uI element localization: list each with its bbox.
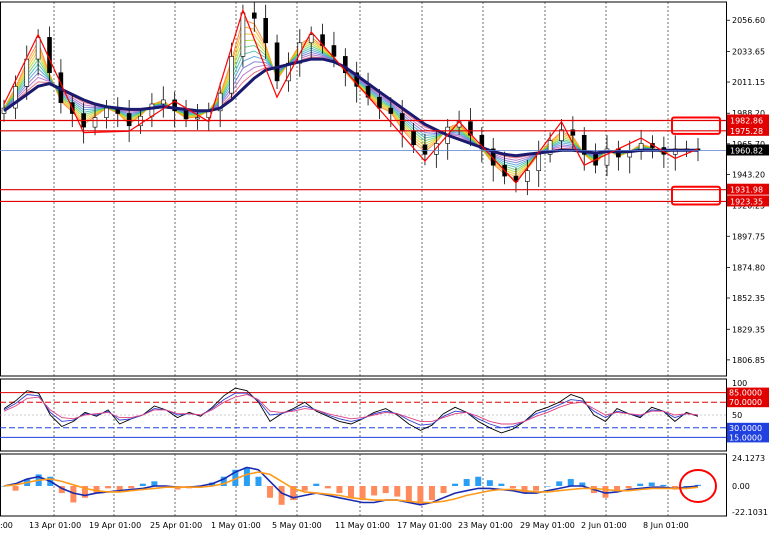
macd-histogram-bar <box>452 483 459 486</box>
macd-histogram-bar <box>278 486 285 505</box>
macd-histogram-bar <box>533 486 540 491</box>
x-tick-label: 13 Apr 01:00 <box>29 521 81 530</box>
y-tick-label: 1806.85 <box>732 356 765 365</box>
y-tick-label: 100 <box>732 379 747 388</box>
macd-histogram-bar <box>405 486 412 503</box>
candle-body <box>183 110 189 120</box>
y-tick-label: 24.1273 <box>732 454 765 463</box>
candle-body <box>274 42 280 82</box>
level-label: 1931.98 <box>730 186 763 195</box>
candle-body <box>377 96 382 109</box>
y-tick-label: 50 <box>732 411 742 420</box>
macd-histogram-bar <box>12 486 19 491</box>
macd-histogram-bar <box>544 486 551 487</box>
candle-body <box>160 99 166 105</box>
macd-histogram-bar <box>556 481 563 486</box>
candle-body <box>331 45 337 57</box>
current-price-label: 1960.82 <box>730 146 763 155</box>
macd-histogram-bar <box>324 486 331 489</box>
candle-body <box>422 144 428 155</box>
candle-body <box>411 130 416 146</box>
candle-body <box>195 117 200 120</box>
x-tick-label: 5 May 01:00 <box>272 521 322 530</box>
y-tick-label: 1874.80 <box>732 263 765 272</box>
x-tick-label: :00 <box>0 521 13 530</box>
macd-histogram-bar <box>428 486 435 501</box>
candle-body <box>559 129 564 142</box>
macd-histogram-bar <box>475 476 482 486</box>
oscillator-level-label: 15.0000 <box>729 433 762 442</box>
macd-panel <box>0 453 727 517</box>
x-tick-label: 8 Jun 01:00 <box>643 521 689 530</box>
price-panel <box>0 1 727 377</box>
macd-histogram-bar <box>105 486 112 489</box>
candle-body <box>126 113 132 127</box>
candle-body <box>104 107 109 118</box>
macd-histogram-bar <box>648 482 655 486</box>
macd-histogram-bar <box>463 479 470 486</box>
candle-body <box>263 18 268 44</box>
macd-histogram-bar <box>128 486 135 489</box>
candle-body <box>24 58 30 87</box>
macd-histogram-bar <box>509 486 516 489</box>
macd-histogram-bar <box>313 483 320 486</box>
candle-body <box>525 170 530 182</box>
y-tick-label: 2033.65 <box>732 47 765 56</box>
level-label: 1923.35 <box>730 197 763 206</box>
candle-body <box>388 107 394 114</box>
candle-body <box>536 154 542 171</box>
macd-histogram-bar <box>371 486 378 496</box>
candle-body <box>35 37 41 60</box>
y-tick-label: 1829.35 <box>732 325 765 334</box>
macd-histogram-bar <box>301 486 308 491</box>
macd-histogram-bar <box>336 486 343 494</box>
x-tick-label: 11 May 01:00 <box>335 521 390 530</box>
chart-canvas: :00 13 Apr 01:00 19 Apr 01:00 25 Apr 01:00 1… <box>0 1 769 530</box>
macd-histogram-bar <box>255 476 262 486</box>
y-tick-label: -22.1031 <box>732 508 768 517</box>
candle-body <box>240 12 246 57</box>
y-tick-label: 2056.60 <box>732 16 765 25</box>
x-tick-label: 17 May 01:00 <box>397 521 452 530</box>
level-label: 1975.28 <box>730 127 763 136</box>
macd-histogram-bar <box>243 467 250 486</box>
macd-histogram-bar <box>498 483 505 486</box>
macd-histogram-bar <box>382 486 389 494</box>
macd-histogram-bar <box>660 484 667 486</box>
y-tick-label: 1897.75 <box>732 232 765 241</box>
y-tick-label: 0.00 <box>732 482 750 491</box>
macd-histogram-bar <box>625 486 632 489</box>
oscillator-level-label: 70.0000 <box>729 398 762 407</box>
x-tick-label: 23 May 01:00 <box>458 521 513 530</box>
candle-body <box>229 56 234 94</box>
macd-histogram-bar <box>394 486 401 497</box>
macd-histogram-bar <box>348 486 354 498</box>
chart-window: :00 13 Apr 01:00 19 Apr 01:00 25 Apr 01:00 1… <box>0 0 770 533</box>
x-tick-label: 19 Apr 01:00 <box>89 521 141 530</box>
candle-body <box>149 103 155 117</box>
macd-histogram-bar <box>486 480 493 486</box>
candle-body <box>399 113 405 132</box>
macd-histogram-bar <box>267 486 274 498</box>
x-tick-label: 29 May 01:00 <box>520 521 575 530</box>
y-tick-label: 1943.20 <box>732 170 765 179</box>
candle-body <box>92 117 98 128</box>
oscillator-level-label: 30.0000 <box>729 424 762 433</box>
y-tick-label: 2011.15 <box>732 78 765 87</box>
x-tick-label: 1 May 01:00 <box>211 521 261 530</box>
macd-histogram-bar <box>567 479 574 486</box>
macd-histogram-bar <box>440 486 447 494</box>
x-tick-label: 25 Apr 01:00 <box>150 521 202 530</box>
candle-body <box>251 12 257 19</box>
x-tick-label: 2 Jun 01:00 <box>581 521 627 530</box>
oscillator-level-label: 85.0000 <box>729 389 762 398</box>
level-label: 1982.86 <box>730 117 763 126</box>
macd-histogram-bar <box>637 483 644 486</box>
macd-histogram-bar <box>139 483 146 486</box>
y-tick-label: 1852.35 <box>732 294 765 303</box>
